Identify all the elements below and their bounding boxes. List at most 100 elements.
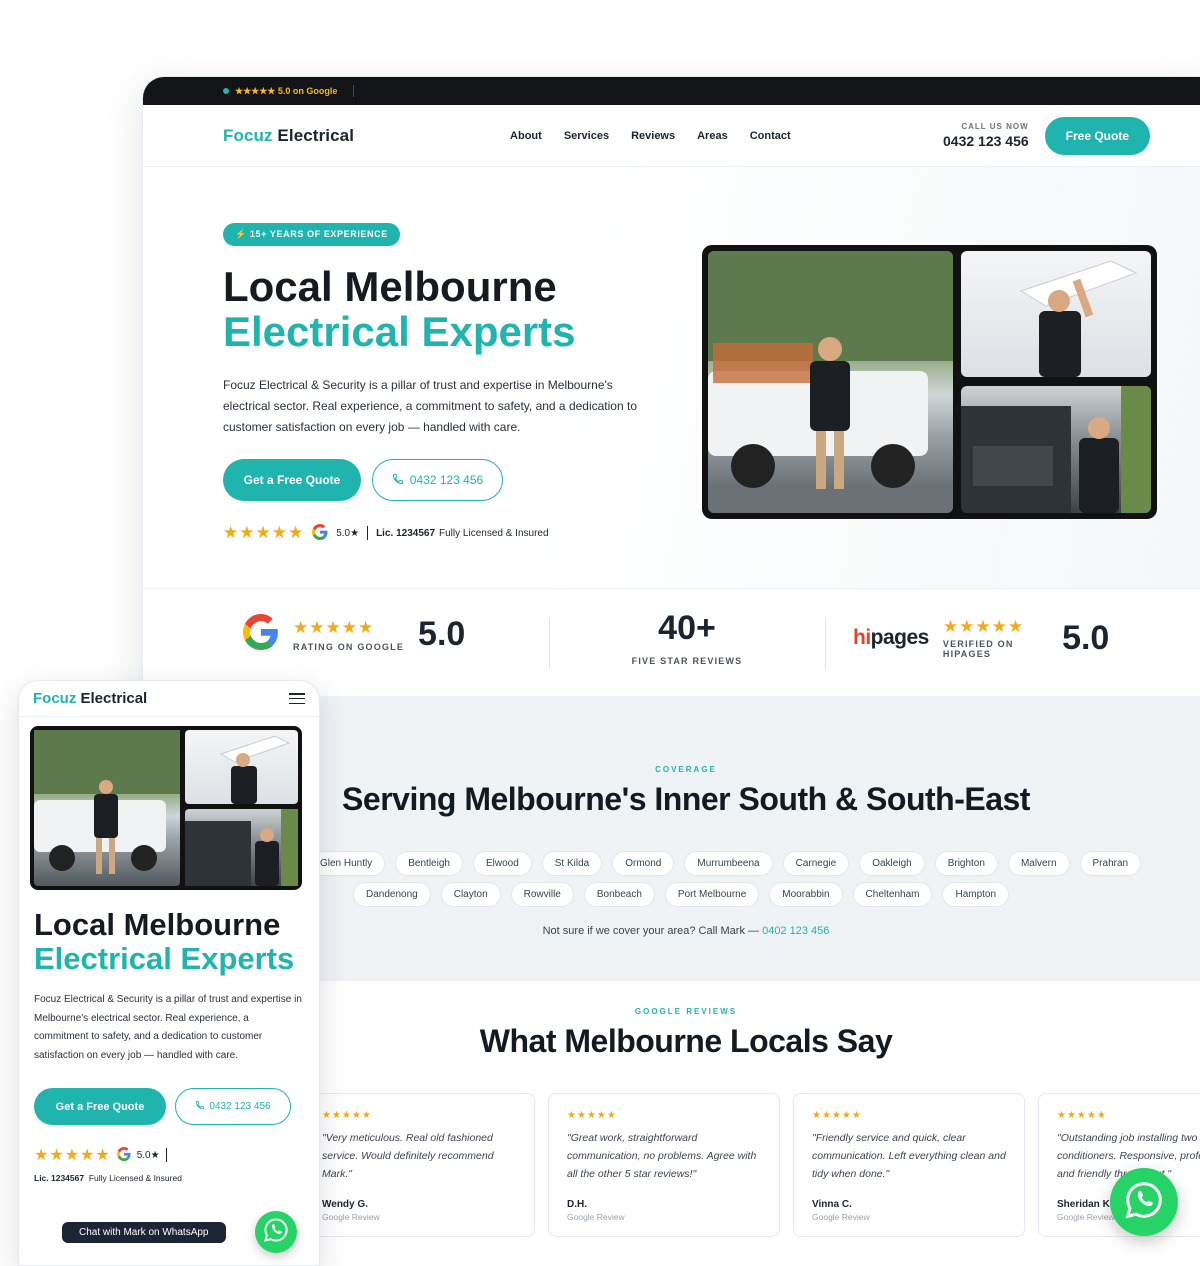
google-score: 5.0 <box>418 615 466 653</box>
suburb-chip[interactable]: Elwood <box>472 851 532 876</box>
review-quote: "Friendly service and quick, clear commu… <box>812 1132 1006 1180</box>
whatsapp-icon <box>263 1217 289 1248</box>
review-author: D.H. <box>567 1199 587 1210</box>
hipages-logo: hipages <box>853 626 929 649</box>
suburb-chip[interactable]: Carnegie <box>782 851 850 876</box>
licensed-text: Fully Licensed & Insured <box>439 527 549 539</box>
mobile-nav: Focuz Electrical <box>19 681 319 717</box>
photo-tools-van <box>961 386 1151 513</box>
divider <box>353 85 355 97</box>
suburb-chip[interactable]: Bentleigh <box>395 851 463 876</box>
photo-electrician-with-ute <box>708 251 953 513</box>
suburb-chip[interactable]: Moorabbin <box>769 882 843 907</box>
suburb-chip[interactable]: Ormond <box>612 851 675 876</box>
phone-icon <box>195 1100 205 1113</box>
review-card: ★★★★★ "Great work, straightforward commu… <box>548 1093 780 1237</box>
suburb-chip[interactable]: Prahran <box>1079 851 1142 876</box>
suburb-chip[interactable]: Cheltenham <box>852 882 933 907</box>
suburb-chip[interactable]: Dandenong <box>353 882 431 907</box>
whatsapp-button[interactable] <box>255 1211 297 1253</box>
hipages-stat: hipages ★★★★★ VERIFIED ON HIPAGES 5.0 <box>853 617 1109 659</box>
hipages-label-1: VERIFIED ON <box>942 639 1014 649</box>
photo-ceiling-light-install <box>185 730 298 804</box>
photo-electrician-with-ute <box>34 730 180 886</box>
site-logo[interactable]: Focuz Electrical <box>223 126 354 146</box>
mobile-licence-row: Lic. 1234567 Fully Licensed & Insured <box>34 1173 182 1183</box>
coverage-phone-link[interactable]: 0402 123 456 <box>762 925 829 937</box>
suburb-chip[interactable]: Hampton <box>942 882 1010 907</box>
review-stars: ★★★★★ <box>812 1110 862 1121</box>
suburb-chips-row1: Glen Huntly Bentleigh Elwood St Kilda Or… <box>311 851 1142 876</box>
hero-lead: Focuz Electrical & Security is a pillar … <box>223 378 637 434</box>
get-quote-button[interactable]: Get a Free Quote <box>34 1088 166 1125</box>
licensed-text: Fully Licensed & Insured <box>88 1173 182 1183</box>
hipages-label-2: HIPAGES <box>942 649 992 659</box>
hero-title-line1: Local Melbourne <box>223 263 557 310</box>
suburb-chip[interactable]: Brighton <box>934 851 998 876</box>
phone-button[interactable]: 0432 123 456 <box>175 1088 291 1125</box>
review-card: ★★★★★ "Very meticulous. Real old fashion… <box>303 1093 535 1237</box>
trust-score: 5.0★ <box>336 527 360 539</box>
licence-number: Lic. 1234567 <box>34 1173 85 1183</box>
review-stars: ★★★★★ <box>322 1110 372 1121</box>
mobile-preview: Focuz Electrical Local Melbourne Electri… <box>18 680 320 1266</box>
call-box[interactable]: CALL US NOW 0432 123 456 <box>943 122 1029 149</box>
google-rating-stat: ★★★★★ RATING ON GOOGLE 5.0 <box>242 614 466 655</box>
mobile-hero-title-line2: Electrical Experts <box>34 941 295 976</box>
nav-link-about[interactable]: About <box>510 130 542 142</box>
suburb-chip[interactable]: Clayton <box>440 882 501 907</box>
photo-ceiling-light-install <box>961 251 1151 377</box>
free-quote-button[interactable]: Free Quote <box>1044 116 1150 155</box>
call-label: CALL US NOW <box>961 122 1029 131</box>
phone-icon <box>392 473 404 488</box>
suburb-chip[interactable]: Glen Huntly <box>311 851 386 876</box>
suburb-chip[interactable]: Malvern <box>1007 851 1070 876</box>
nav-link-areas[interactable]: Areas <box>697 130 728 142</box>
trust-stars: ★★★★★ <box>223 523 305 542</box>
hero-photo-collage <box>702 245 1157 519</box>
mobile-hero-lead: Focuz Electrical & Security is a pillar … <box>34 994 302 1061</box>
nav-link-services[interactable]: Services <box>564 130 609 142</box>
suburb-chip[interactable]: Murrumbeena <box>684 851 773 876</box>
suburb-chip[interactable]: Oakleigh <box>859 851 925 876</box>
phone-button-label: 0432 123 456 <box>409 473 484 487</box>
phone-button[interactable]: 0432 123 456 <box>372 459 503 501</box>
hipages-stars: ★★★★★ <box>942 617 1025 636</box>
suburb-chip[interactable]: St Kilda <box>541 851 603 876</box>
mobile-trust-row: ★★★★★ 5.0★ <box>34 1145 167 1165</box>
mobile-hero-title-line1: Local Melbourne <box>34 907 281 942</box>
google-icon <box>116 1146 131 1164</box>
photo-tools-van <box>185 809 298 886</box>
hero-section: ⚡ 15+ YEARS OF EXPERIENCE Local Melbourn… <box>143 167 1200 589</box>
google-rating-label: RATING ON GOOGLE <box>293 641 405 652</box>
review-source: Google Review <box>812 1212 870 1222</box>
trust-score: 5.0★ <box>136 1149 160 1161</box>
get-quote-button[interactable]: Get a Free Quote <box>223 459 361 501</box>
nav-link-contact[interactable]: Contact <box>750 130 791 142</box>
reviews-count-label: FIVE STAR REVIEWS <box>631 656 743 666</box>
suburb-chip[interactable]: Rowville <box>510 882 574 907</box>
nav-link-reviews[interactable]: Reviews <box>631 130 675 142</box>
review-author: Vinna C. <box>812 1199 852 1210</box>
mobile-photo-collage <box>30 726 302 890</box>
phone-button-label: 0432 123 456 <box>209 1101 271 1112</box>
call-number[interactable]: 0432 123 456 <box>943 133 1029 149</box>
suburb-chips-row2: Dandenong Clayton Rowville Bonbeach Port… <box>353 882 1010 907</box>
status-dot <box>223 88 229 94</box>
google-icon <box>312 523 328 543</box>
licence-number: Lic. 1234567 <box>376 527 436 539</box>
suburb-chip[interactable]: Port Melbourne <box>664 882 760 907</box>
reviews-count-stat: 40+ FIVE STAR REVIEWS <box>603 609 771 666</box>
experience-badge: ⚡ 15+ YEARS OF EXPERIENCE <box>223 223 400 246</box>
suburb-chip[interactable]: Bonbeach <box>583 882 655 907</box>
top-bar: ★★★★★ 5.0 on Google <box>143 77 1200 105</box>
main-nav: Focuz Electrical About Services Reviews … <box>143 105 1200 167</box>
review-stars: ★★★★★ <box>1057 1110 1107 1121</box>
hamburger-menu-icon[interactable] <box>289 693 305 704</box>
whatsapp-button[interactable] <box>1110 1168 1178 1236</box>
review-quote: "Great work, straightforward communicati… <box>567 1132 757 1180</box>
reviews-count: 40+ <box>658 609 716 647</box>
whatsapp-tooltip: Chat with Mark on WhatsApp <box>62 1222 226 1243</box>
site-logo[interactable]: Focuz Electrical <box>33 690 147 707</box>
nav-menu: About Services Reviews Areas Contact <box>510 130 791 142</box>
